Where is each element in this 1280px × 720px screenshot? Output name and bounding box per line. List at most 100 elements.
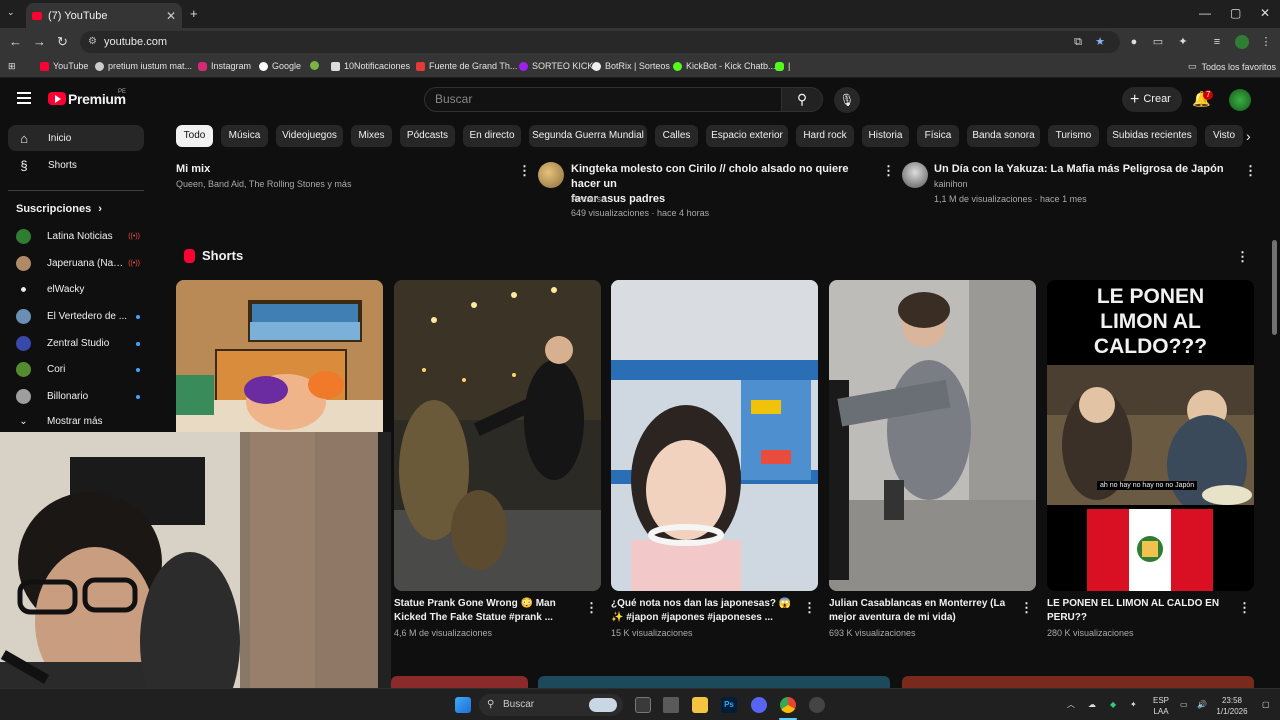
channel-avatar-pecausa[interactable] [538, 162, 564, 188]
chip-subidas-recientes[interactable]: Subidas recientes [1107, 125, 1197, 147]
chip-en-directo[interactable]: En directo [463, 125, 521, 147]
short-thumbnail-5[interactable]: LE PONEN LIMON AL CALDO??? ah no hay no … [1047, 280, 1254, 591]
short-thumbnail-3[interactable] [611, 280, 818, 591]
youtube-logo-icon[interactable] [48, 92, 66, 105]
more-options-icon[interactable]: ⋮ [1238, 600, 1251, 616]
media-icon[interactable]: ≡ [1211, 36, 1223, 48]
extension-2-icon[interactable]: ▭ [1152, 36, 1164, 48]
subscription-latina-noticias[interactable]: Latina Noticias ((•)) [16, 229, 140, 244]
mix-title[interactable]: Mi mix [176, 162, 210, 177]
short-thumbnail-2[interactable] [394, 280, 601, 591]
bookmark-star-icon[interactable]: ★ [1094, 36, 1106, 48]
subscription-cori[interactable]: Cori [16, 362, 140, 377]
channel-name-pecausa[interactable]: Pecausa [571, 192, 606, 207]
chip-banda-sonora[interactable]: Banda sonora [967, 125, 1040, 147]
site-info-icon[interactable]: ⚙ [88, 31, 97, 53]
file-explorer-icon[interactable] [692, 697, 708, 713]
search-button[interactable]: ⚲ [781, 87, 823, 112]
install-icon[interactable]: ⧉ [1072, 36, 1084, 48]
puzzle-icon[interactable]: ✦ [1177, 36, 1189, 48]
close-tab-icon[interactable]: ✕ [166, 9, 176, 23]
chip-historia[interactable]: Historia [862, 125, 909, 147]
chip-hard-rock[interactable]: Hard rock [796, 125, 854, 147]
voice-search-button[interactable]: 🎙 [834, 87, 860, 113]
short-title-5[interactable]: LE PONEN EL LIMON AL CALDO EN PERU?? [1047, 597, 1232, 625]
more-options-icon[interactable]: ⋮ [1244, 163, 1257, 179]
show-more-button[interactable]: ⌄ Mostrar más [16, 416, 140, 427]
url-input[interactable]: ⚙ youtube.com [80, 31, 1120, 53]
account-avatar[interactable] [1229, 89, 1251, 111]
app-icon[interactable] [809, 697, 825, 713]
subscription-el-vertedero[interactable]: El Vertedero de ... [16, 309, 140, 324]
apps-grid-icon[interactable]: ⊞ [8, 61, 16, 72]
chip-turismo[interactable]: Turismo [1048, 125, 1099, 147]
forward-icon[interactable]: → [33, 34, 46, 49]
channel-avatar-kainihon[interactable] [902, 162, 928, 188]
channel-name-kainihon[interactable]: kainihon [934, 177, 968, 192]
tray-app-icon[interactable]: ◆ [1110, 699, 1116, 710]
next-row-thumbnail[interactable] [902, 676, 1254, 688]
subscriptions-heading[interactable]: Suscripciones › [16, 203, 102, 215]
next-row-thumbnail[interactable] [538, 676, 890, 688]
short-title-3[interactable]: ¿Qué nota nos dan las japonesas? 😱 ✨ #jap… [611, 597, 796, 625]
volume-icon[interactable]: 🔊 [1197, 699, 1207, 710]
bookmark-notificaciones[interactable]: 10Notificaciones [331, 61, 410, 71]
chip-visto[interactable]: Visto [1205, 125, 1243, 147]
network-icon[interactable]: ▭ [1180, 699, 1188, 710]
short-thumbnail-4[interactable] [829, 280, 1036, 591]
subscription-billonario[interactable]: Billonario [16, 389, 140, 404]
notification-center-icon[interactable]: ▢ [1262, 699, 1270, 710]
bookmark-youtube[interactable]: YouTube [40, 61, 88, 71]
create-button[interactable]: + Crear [1122, 87, 1182, 112]
tray-chevron-icon[interactable]: ︿ [1067, 699, 1075, 710]
task-view-icon[interactable] [635, 697, 651, 713]
tray-app-icon[interactable]: ✦ [1130, 699, 1137, 710]
tab-search-icon[interactable]: ⌄ [7, 7, 15, 18]
tab-youtube[interactable]: (7) YouTube ✕ [26, 3, 182, 28]
video-title-kingteka[interactable]: Kingteka molesto con Cirilo // cholo als… [571, 162, 876, 207]
language-indicator[interactable]: ESP LAA [1150, 695, 1172, 717]
photoshop-icon[interactable]: Ps [721, 697, 737, 713]
chip-fisica[interactable]: Física [917, 125, 959, 147]
more-options-icon[interactable]: ⋮ [803, 600, 816, 616]
new-tab-button[interactable]: + [190, 6, 198, 21]
sidebar-item-inicio[interactable]: ⌂ Inicio [8, 125, 144, 151]
bookmark-fuente-gta[interactable]: Fuente de Grand Th... [416, 61, 517, 71]
more-options-icon[interactable]: ⋮ [518, 163, 531, 179]
close-window-icon[interactable]: ✕ [1260, 6, 1270, 20]
short-title-2[interactable]: Statue Prank Gone Wrong 😳 Man Kicked The … [394, 597, 579, 625]
bookmark-unnamed[interactable] [310, 61, 323, 70]
chrome-icon[interactable] [780, 697, 796, 713]
app-icon[interactable] [663, 697, 679, 713]
subscription-zentral-studio[interactable]: Zentral Studio [16, 336, 140, 351]
profile-avatar[interactable] [1235, 35, 1249, 49]
tray-app-icon[interactable]: ☁ [1088, 699, 1096, 710]
subscription-elwacky[interactable]: elWacky [16, 282, 140, 297]
reload-icon[interactable]: ↻ [57, 34, 68, 50]
chips-next-icon[interactable]: › [1246, 128, 1251, 144]
restore-icon[interactable]: ▢ [1230, 6, 1241, 20]
next-row-thumbnail[interactable] [391, 676, 528, 688]
extension-icon[interactable]: ● [1128, 36, 1140, 48]
bookmark-sorteo-kick[interactable]: SORTEO KICK [519, 61, 593, 71]
chip-videojuegos[interactable]: Videojuegos [276, 125, 343, 147]
bookmark-instagram[interactable]: Instagram [198, 61, 251, 71]
subscription-japeruana[interactable]: Japeruana (Nam... ((•)) [16, 256, 140, 271]
bookmark-pretium[interactable]: pretium iustum mat... [95, 61, 192, 71]
chip-mixes[interactable]: Mixes [351, 125, 392, 147]
bookmark-botrix[interactable]: BotRix | Sorteos [592, 61, 670, 71]
chip-todo[interactable]: Todo [176, 125, 213, 147]
minimize-icon[interactable]: — [1199, 6, 1211, 20]
hamburger-menu-icon[interactable] [17, 92, 31, 104]
video-title-yakuza[interactable]: Un Día con la Yakuza: La Mafia más Pelig… [934, 162, 1224, 177]
chip-segunda-guerra[interactable]: Segunda Guerra Mundial [529, 125, 647, 147]
more-options-icon[interactable]: ⋮ [585, 600, 598, 616]
chip-musica[interactable]: Música [221, 125, 268, 147]
clock[interactable]: 23:58 1/1/2026 [1212, 695, 1252, 717]
menu-dots-icon[interactable]: ⋮ [1260, 36, 1272, 48]
back-icon[interactable]: ← [9, 34, 22, 49]
discord-icon[interactable] [751, 697, 767, 713]
chip-calles[interactable]: Calles [655, 125, 698, 147]
short-title-4[interactable]: Julian Casablancas en Monterrey (La mejor… [829, 597, 1014, 625]
taskbar-search-input[interactable]: ⚲ Buscar [479, 694, 623, 716]
